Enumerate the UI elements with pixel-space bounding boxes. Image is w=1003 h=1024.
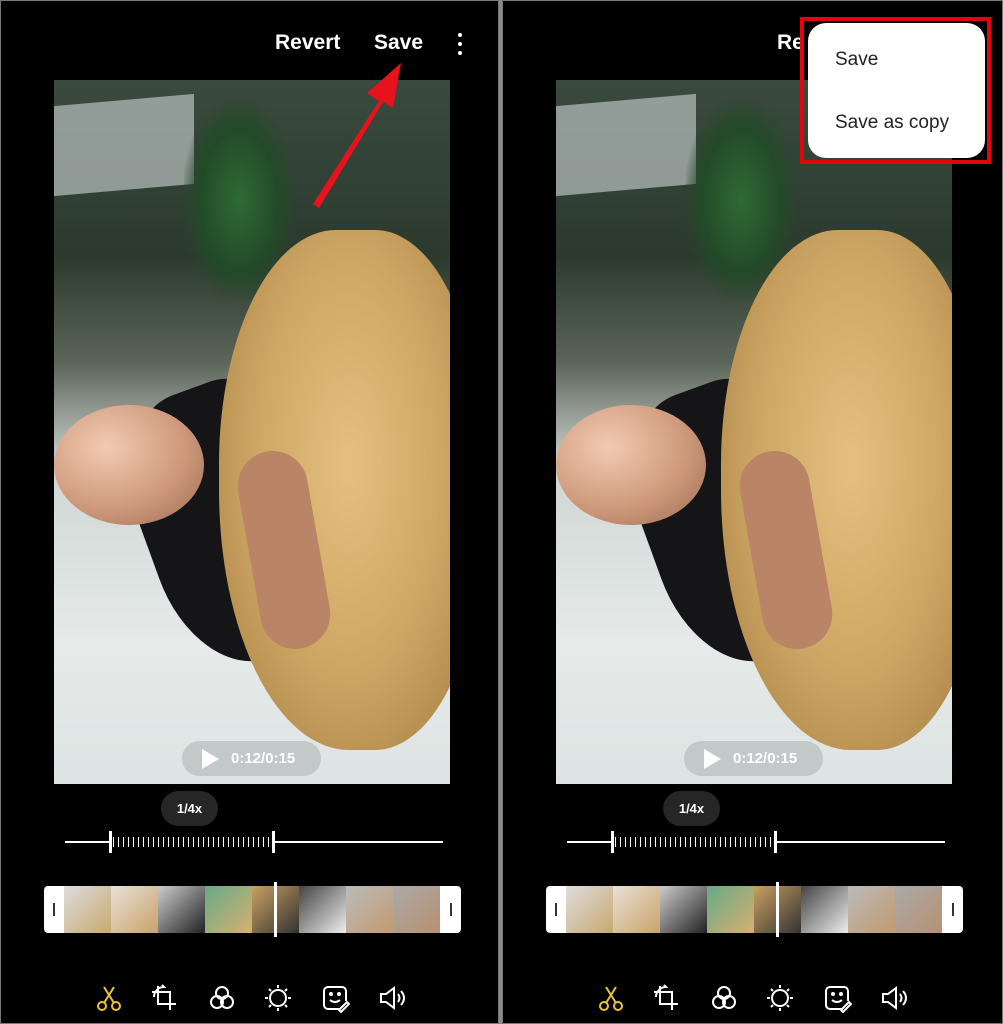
speed-range-slider[interactable] (65, 831, 443, 853)
editor-toolbar (1, 983, 498, 1013)
sticker-icon[interactable] (822, 983, 852, 1013)
overflow-menu: Save Save as copy (808, 23, 985, 158)
play-button[interactable]: 0:12/0:15 (684, 741, 823, 776)
brightness-icon[interactable] (765, 983, 795, 1013)
speed-badge: 1/4x (161, 791, 218, 826)
crop-rotate-icon[interactable] (149, 983, 179, 1013)
red-arrow-annotation (313, 63, 401, 208)
trim-start-handle[interactable] (53, 903, 55, 916)
trim-end-handle[interactable] (952, 903, 954, 916)
volume-icon[interactable] (377, 983, 407, 1013)
speed-range-slider[interactable] (567, 831, 945, 853)
menu-item-save[interactable]: Save (835, 49, 878, 71)
video-preview[interactable]: 0:12/0:15 (556, 80, 952, 784)
playhead[interactable] (776, 882, 779, 937)
save-button[interactable]: Save (374, 31, 423, 55)
filters-icon[interactable] (709, 983, 739, 1013)
scissors-icon[interactable] (596, 983, 626, 1013)
sticker-icon[interactable] (320, 983, 350, 1013)
playback-time: 0:12/0:15 (733, 750, 798, 767)
playhead[interactable] (274, 882, 277, 937)
timeline-filmstrip[interactable] (44, 882, 461, 937)
trim-end-handle[interactable] (450, 903, 452, 916)
scissors-icon[interactable] (94, 983, 124, 1013)
slider-start-handle[interactable] (611, 831, 614, 853)
more-options-icon[interactable] (453, 31, 467, 57)
right-panel: Re 0:12/0:15 1/4x Save Save as copy (502, 0, 1003, 1024)
menu-item-save-as-copy[interactable]: Save as copy (835, 112, 949, 134)
slider-start-handle[interactable] (109, 831, 112, 853)
filters-icon[interactable] (207, 983, 237, 1013)
revert-button[interactable]: Revert (275, 31, 340, 55)
play-button[interactable]: 0:12/0:15 (182, 741, 321, 776)
play-icon (202, 748, 219, 769)
trim-start-handle[interactable] (555, 903, 557, 916)
play-icon (704, 748, 721, 769)
timeline-filmstrip[interactable] (546, 882, 963, 937)
brightness-icon[interactable] (263, 983, 293, 1013)
volume-icon[interactable] (879, 983, 909, 1013)
speed-badge: 1/4x (663, 791, 720, 826)
playback-time: 0:12/0:15 (231, 750, 296, 767)
editor-toolbar (503, 983, 1002, 1013)
left-panel: Revert Save 0:12/0:15 1/4x (0, 0, 499, 1024)
crop-rotate-icon[interactable] (651, 983, 681, 1013)
